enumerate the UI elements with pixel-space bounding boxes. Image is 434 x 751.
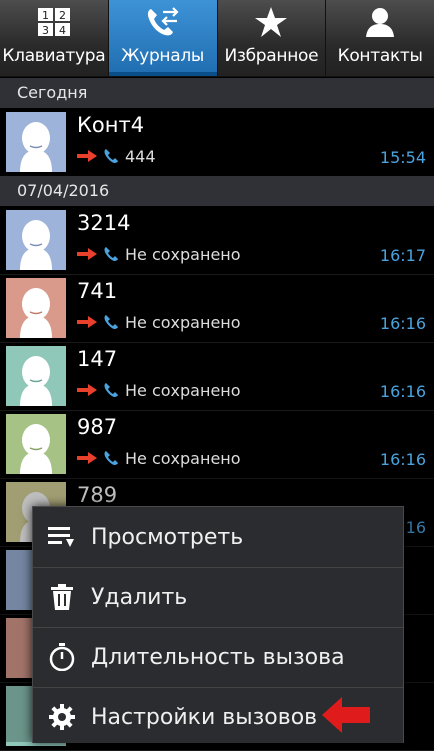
call-number: Не сохранено [125, 448, 241, 468]
avatar [6, 278, 66, 338]
menu-item-label: Просмотреть [91, 524, 244, 550]
contact-name: 147 [77, 347, 118, 371]
call-time: 16:16 [379, 314, 426, 333]
outgoing-arrow-icon [77, 248, 97, 260]
tab-call-logs[interactable]: Журналы [108, 0, 218, 76]
outgoing-arrow-icon [77, 316, 97, 328]
phone-icon [104, 315, 118, 329]
tab-label: Контакты [337, 46, 423, 66]
pointer-arrow-icon [322, 697, 370, 733]
star-icon [254, 0, 288, 44]
menu-item-delete[interactable]: Удалить [33, 567, 403, 628]
call-number: Не сохранено [125, 312, 241, 332]
tab-label: Журналы [121, 46, 205, 66]
call-detail: Не сохранено [77, 312, 241, 332]
keypad-icon: 1 2 3 4 [37, 0, 71, 44]
menu-item-label: Настройки вызовов [91, 704, 318, 730]
call-detail: Не сохранено [77, 244, 241, 264]
tab-label: Избранное [224, 46, 319, 66]
phone-icon [104, 383, 118, 397]
call-detail: 444 [77, 146, 156, 166]
contact-name: Конт4 [77, 113, 145, 137]
menu-item-label: Удалить [91, 584, 188, 610]
call-time: 16:16 [379, 382, 426, 401]
outgoing-arrow-icon [77, 150, 97, 162]
outgoing-arrow-icon [77, 452, 97, 464]
call-time: 15:54 [379, 148, 426, 167]
gear-icon [33, 704, 91, 730]
call-number: Не сохранено [125, 380, 241, 400]
call-log-entry[interactable]: 147 Не сохранено 16:16 [0, 342, 434, 411]
section-header-date: 07/04/2016 [0, 176, 434, 206]
call-log-entry[interactable]: 3214 Не сохранено 16:17 [0, 206, 434, 275]
contact-name: 741 [77, 279, 118, 303]
menu-item-view[interactable]: Просмотреть [33, 507, 403, 568]
contact-name: 987 [77, 415, 118, 439]
call-detail: Не сохранено [77, 380, 241, 400]
section-header-today: Сегодня [0, 78, 434, 108]
call-time: 16:16 [379, 450, 426, 469]
tab-keypad[interactable]: 1 2 3 4 Клавиатура [0, 0, 109, 76]
phone-icon [104, 247, 118, 261]
trash-icon [33, 584, 91, 610]
tab-contacts[interactable]: Контакты [326, 0, 434, 76]
call-number: Не сохранено [125, 244, 241, 264]
call-number: 444 [125, 146, 156, 166]
avatar [6, 414, 66, 474]
tab-label: Клавиатура [2, 46, 106, 66]
call-log-icon [145, 0, 181, 44]
avatar [6, 210, 66, 270]
svg-text:2: 2 [59, 9, 66, 22]
svg-text:1: 1 [42, 9, 49, 22]
svg-text:3: 3 [42, 24, 49, 37]
call-time: 16:17 [379, 246, 426, 265]
avatar [6, 112, 66, 172]
view-list-icon [33, 525, 91, 549]
stopwatch-icon [33, 643, 91, 671]
call-log-entry[interactable]: 741 Не сохранено 16:16 [0, 274, 434, 343]
menu-item-label: Длительность вызова [91, 644, 345, 670]
avatar [6, 346, 66, 406]
contacts-icon [365, 0, 395, 44]
menu-item-call-duration[interactable]: Длительность вызова [33, 627, 403, 688]
outgoing-arrow-icon [77, 384, 97, 396]
phone-icon [104, 451, 118, 465]
call-log-entry[interactable]: Конт4 444 15:54 [0, 108, 434, 177]
call-log-entry[interactable]: 987 Не сохранено 16:16 [0, 410, 434, 479]
tab-favorites[interactable]: Избранное [218, 0, 327, 76]
phone-icon [104, 149, 118, 163]
svg-text:4: 4 [59, 24, 66, 37]
tab-bar: 1 2 3 4 Клавиатура Журналы Избранное Кон… [0, 0, 434, 77]
contact-name: 3214 [77, 211, 131, 235]
call-detail: Не сохранено [77, 448, 241, 468]
